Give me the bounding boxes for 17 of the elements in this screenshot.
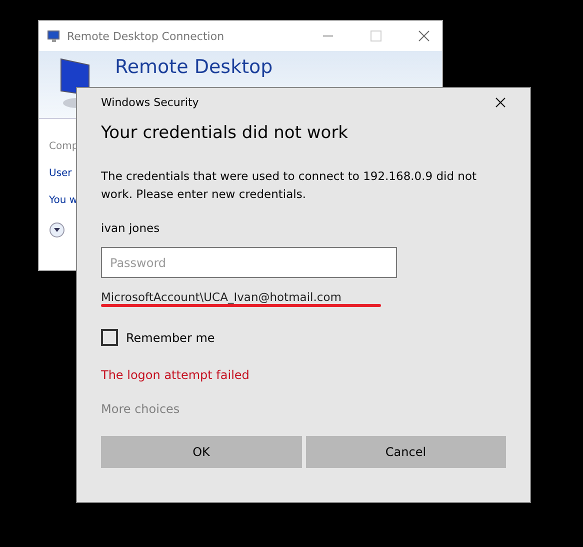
password-field[interactable]: Password xyxy=(101,247,397,278)
field-label: User xyxy=(49,168,72,179)
monitor-icon xyxy=(47,30,61,42)
cancel-button[interactable]: Cancel xyxy=(306,436,506,468)
checkbox-label: Remember me xyxy=(126,330,215,344)
username: ivan jones xyxy=(101,221,161,235)
expand-icon[interactable] xyxy=(49,222,65,238)
error-message: The logon attempt failed xyxy=(101,368,250,382)
account-name: MicrosoftAccount\UCA_Ivan@hotmail.com xyxy=(101,290,342,304)
message: The credentials that were used to connect to 192.168.0.9 did not work. Please enter new credentials. xyxy=(101,168,478,203)
dialog-title: Windows Security xyxy=(101,96,199,109)
ok-button[interactable]: OK xyxy=(101,436,302,468)
window-title: Remote Desktop Connection xyxy=(67,30,226,42)
remember-checkbox[interactable] xyxy=(101,329,118,346)
banner-title: Remote Desktop xyxy=(115,55,273,79)
dialog-heading: Your credentials did not work xyxy=(101,123,350,143)
close-icon[interactable] xyxy=(495,97,506,108)
